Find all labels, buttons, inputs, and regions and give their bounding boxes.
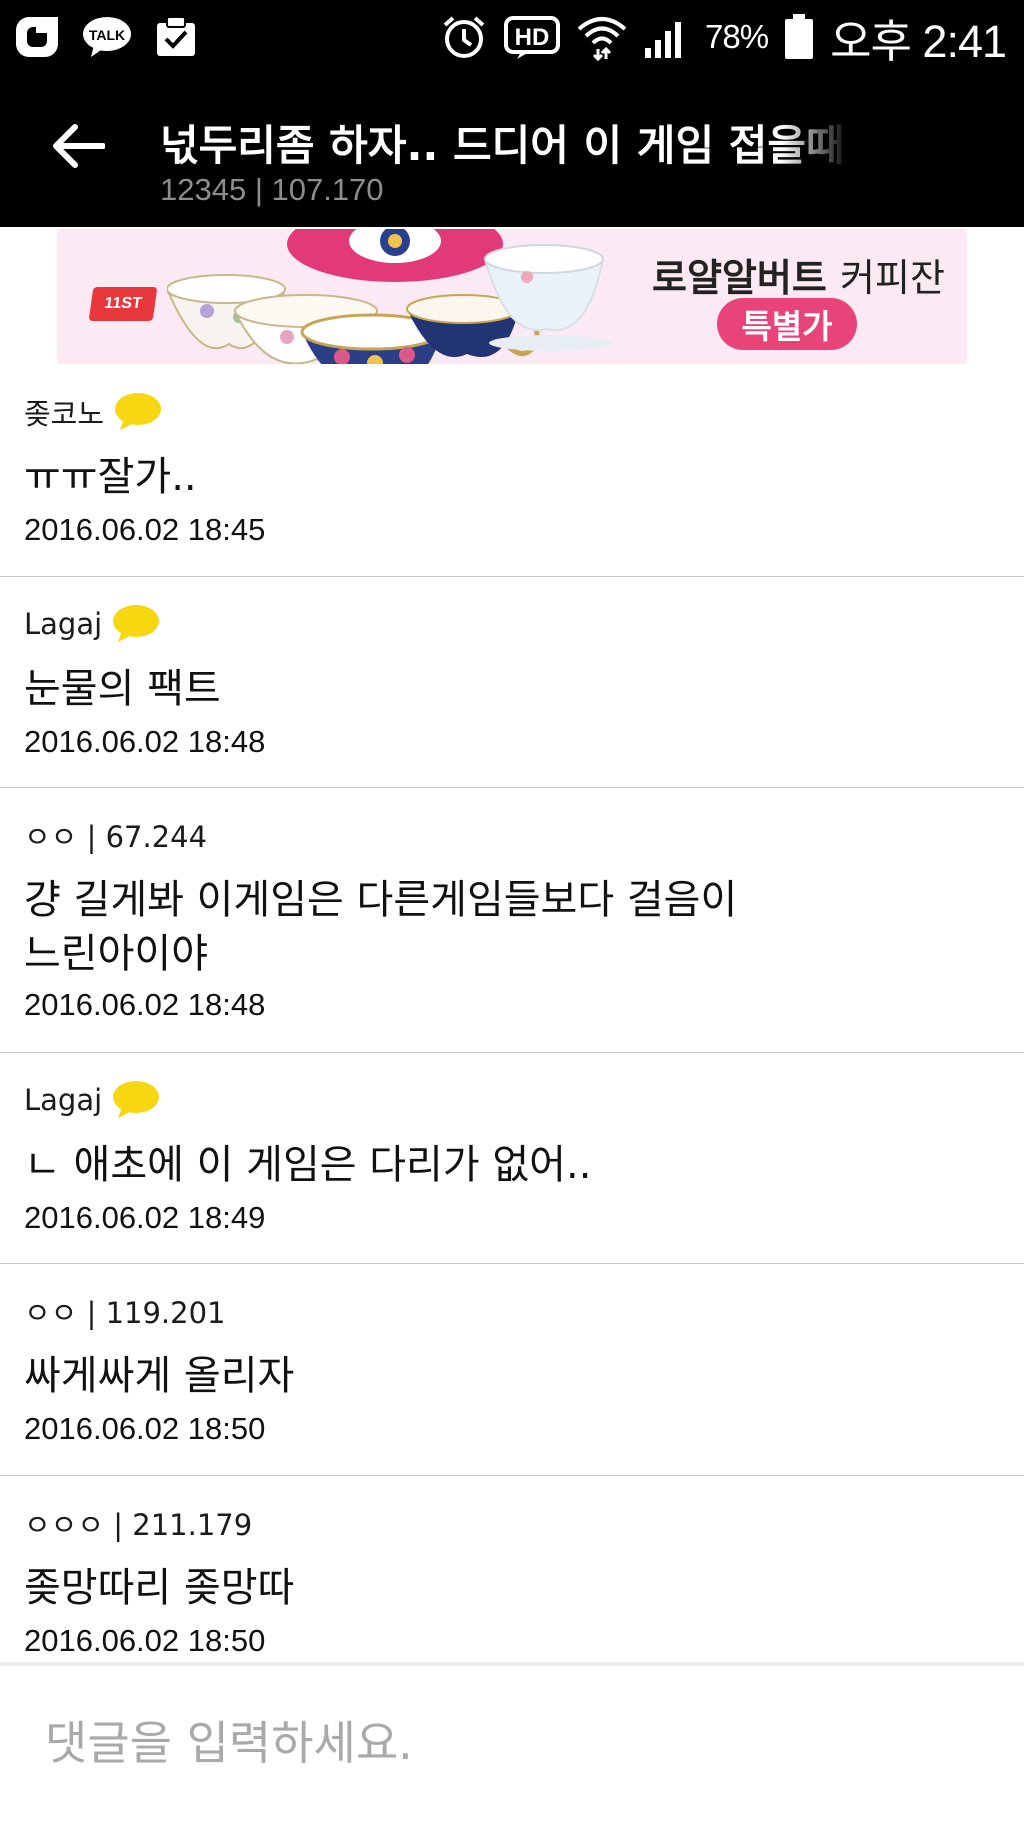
back-arrow-icon <box>51 123 106 173</box>
comment-author: Lagaj <box>24 1083 103 1117</box>
comment-date: 2016.06.02 18:50 <box>24 1623 266 1658</box>
comment-text: 싸게싸게 올리자 <box>24 1353 295 1399</box>
clipboard-check-icon <box>154 15 198 59</box>
alarm-icon <box>441 14 487 60</box>
svg-text:HD: HD <box>515 24 550 51</box>
ad-brand-badge: 11ST <box>88 287 158 321</box>
comment-text: ㄴ 애초에 이 게임은 다리가 없어.. <box>24 1142 592 1188</box>
comment-text: 좆망따리 좆망따 <box>24 1565 295 1611</box>
status-left-icons: TALK <box>14 10 198 64</box>
ad-title: 로얄알버트 커피잔 <box>652 247 945 302</box>
comment-text: 눈물의 팩트 <box>24 666 221 712</box>
comment-date: 2016.06.02 18:49 <box>24 1200 266 1235</box>
comment-author: ㅇㅇ | 67.244 <box>24 820 208 854</box>
speech-bubble-icon <box>113 1081 160 1118</box>
comment-item[interactable]: Lagaj ㄴ 애초에 이 게임은 다리가 없어.. 2016.06.02 18:4… <box>0 1052 1024 1264</box>
post-title: 넋두리좀 하자.. 드디어 이 게임 접을때 <box>160 121 845 170</box>
ad-special-price-button[interactable]: 특별가 <box>717 298 857 350</box>
comment-item[interactable]: ㅇㅇㅇ | 211.179 좆망따리 좆망따 2016.06.02 18:50 <box>0 1475 1024 1662</box>
post-meta: 12345 | 107.170 <box>160 172 384 207</box>
comment-date: 2016.06.02 18:45 <box>24 512 266 547</box>
comment-author-row: ㅇㅇㅇ | 211.179 <box>24 1503 252 1543</box>
comment-item[interactable]: ㅇㅇ | 67.244 걍 길게봐 이게임은 다른게임들보다 걸음이 느린아이야 2… <box>0 787 1024 1053</box>
battery-icon <box>784 14 814 60</box>
wifi-icon <box>577 13 627 61</box>
comment-text: 걍 길게봐 이게임은 다른게임들보다 걸음이 느린아이야 <box>24 877 738 977</box>
svg-text:TALK: TALK <box>89 27 125 43</box>
speech-bubble-icon <box>113 605 160 642</box>
comment-author-row: 좆코노 <box>24 392 162 432</box>
app-header: 넋두리좀 하자.. 드디어 이 게임 접을때 12345 | 107.170 <box>0 74 1024 227</box>
ad-title-light: 커피잔 <box>840 256 945 300</box>
comment-item[interactable]: 좆코노 ㅠㅠ잘가.. 2016.06.02 18:45 <box>0 364 1024 577</box>
comment-author-row: ㅇㅇ | 119.201 <box>24 1291 226 1331</box>
status-right-icons: HD 78% 오후 2:41 <box>441 10 1007 67</box>
comment-author: Lagaj <box>24 607 103 641</box>
comment-date: 2016.06.02 18:50 <box>24 1411 266 1446</box>
comment-item[interactable]: ㅇㅇ | 119.201 싸게싸게 올리자 2016.06.02 18:50 <box>0 1263 1024 1476</box>
ad-title-bold: 로얄알버트 <box>652 256 827 300</box>
comment-text: ㅠㅠ잘가.. <box>24 454 197 500</box>
comment-date: 2016.06.02 18:48 <box>24 987 266 1022</box>
comment-author: 좆코노 <box>24 397 105 431</box>
kakaotalk-icon: TALK <box>82 15 132 59</box>
battery-percent: 78% <box>705 18 769 55</box>
hd-icon: HD <box>503 14 561 60</box>
speech-bubble-icon <box>115 393 162 430</box>
comment-author-row: Lagaj <box>24 604 160 644</box>
naver-o-icon <box>14 15 60 59</box>
comment-item[interactable]: Lagaj 눈물의 팩트 2016.06.02 18:48 <box>0 576 1024 788</box>
comment-author: ㅇㅇ | 119.201 <box>24 1296 226 1330</box>
comment-input-bar <box>0 1662 1024 1824</box>
comment-author-row: Lagaj <box>24 1080 160 1120</box>
clock: 오후 2:41 <box>830 15 1007 67</box>
comment-date: 2016.06.02 18:48 <box>24 724 266 759</box>
comment-input[interactable] <box>0 1666 1024 1820</box>
signal-icon <box>643 14 689 60</box>
back-button[interactable] <box>44 110 112 186</box>
teacups-image <box>167 229 613 364</box>
comment-author-row: ㅇㅇ | 67.244 <box>24 815 207 855</box>
comment-author: ㅇㅇㅇ | 211.179 <box>24 1508 253 1542</box>
ad-banner[interactable]: 11ST 로얄알버트 커피잔 특별가 <box>57 229 967 364</box>
status-bar: TALK HD 78% 오후 2:41 <box>0 0 1024 74</box>
